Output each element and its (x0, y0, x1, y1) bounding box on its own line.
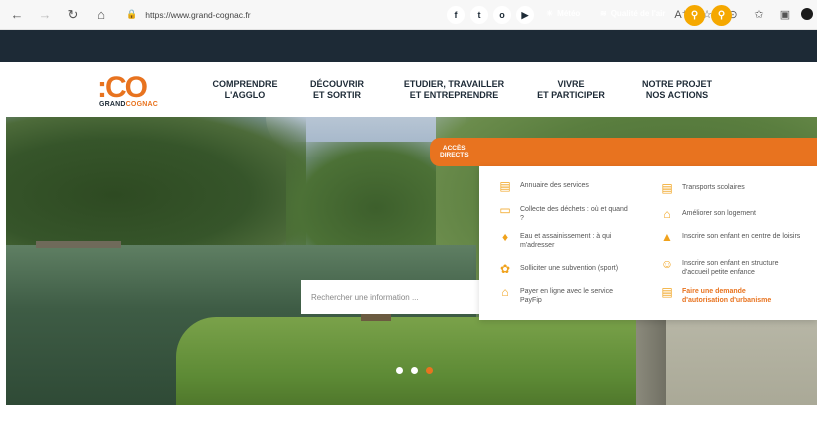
social-links: f t o ▶ (447, 6, 534, 24)
menu-etudier[interactable]: ETUDIER, TRAVAILLER ET ENTREPRENDRE (398, 79, 510, 101)
accessibility-button[interactable]: ⚲ (684, 5, 705, 26)
road (666, 307, 817, 405)
menu-decouvrir[interactable]: DÉCOUVRIR ET SORTIR (300, 79, 374, 101)
qa-label: Solliciter une subvention (sport) (520, 265, 619, 272)
logo-text-cognac: COGNAC (125, 101, 158, 108)
menu-line: DÉCOUVRIR (309, 79, 364, 89)
water-tap-icon: ♦ (501, 230, 509, 244)
qa-dechets[interactable]: ▭ Collecte des déchets : où et quand ? (498, 203, 630, 223)
sun-icon: ☀ (546, 9, 554, 18)
qa-label: Inscrire son enfant en centre de loisirs (682, 233, 801, 240)
qa-label: Inscrire son enfant en structure d'accue… (682, 260, 779, 276)
grass (176, 317, 656, 405)
logo-text-grand: GRAND (99, 101, 126, 108)
extensions-icon[interactable]: ▣ (775, 4, 795, 24)
air-quality-link[interactable]: ≋ Qualité de l'air (600, 9, 666, 18)
qa-label: Transports scolaires (682, 184, 745, 191)
menu-line: ETUDIER, TRAVAILLER (403, 79, 505, 89)
bench (361, 313, 391, 321)
menu-line: ET ENTREPRENDRE (409, 90, 499, 100)
utility-bar (0, 30, 817, 62)
url-text: https://www.grand-cognac.fr (145, 9, 251, 20)
baby-icon: ☺ (660, 257, 674, 271)
menu-line: NOS ACTIONS (645, 90, 709, 100)
qa-label: Annuaire des services (520, 182, 589, 189)
menu-comprendre[interactable]: COMPRENDRE L'AGGLO (205, 79, 285, 101)
qa-transports[interactable]: ▤ Transports scolaires (660, 181, 792, 195)
menu-line: VIVRE (557, 79, 585, 89)
qa-eau[interactable]: ♦ Eau et assainissement : à qui m'adress… (498, 230, 630, 250)
twitter-icon[interactable]: t (470, 6, 488, 24)
qa-petite-enfance[interactable]: ☺ Inscrire son enfant en structure d'acc… (660, 257, 802, 277)
quick-access-title: ACCÈS DIRECTS (440, 145, 469, 159)
address-bar[interactable]: 🔒 https://www.grand-cognac.fr (126, 6, 251, 24)
trees (6, 117, 306, 247)
site-logo[interactable]: :CO GRANDCOGNAC (97, 73, 169, 113)
quick-access-title-line: ACCÈS (442, 145, 466, 152)
qa-subvention[interactable]: ✿ Solliciter une subvention (sport) (498, 262, 630, 276)
qa-loisirs[interactable]: ▲ Inscrire son enfant en centre de loisi… (660, 230, 802, 244)
meteo-link[interactable]: ☀ Météo (546, 9, 580, 18)
logo-mark: :CO (97, 71, 148, 104)
menu-line: COMPRENDRE (212, 79, 278, 89)
carousel-dot[interactable] (411, 367, 418, 374)
menu-line: L'AGGLO (224, 90, 266, 100)
qa-logement[interactable]: ⌂ Améliorer son logement (660, 207, 792, 221)
bulb-icon: ⚲ (690, 10, 699, 21)
youtube-icon[interactable]: ▶ (516, 6, 534, 24)
qa-label: Améliorer son logement (682, 210, 756, 217)
meteo-label: Météo (557, 9, 581, 18)
carousel-dot-active[interactable] (426, 367, 433, 374)
qa-label: Eau et assainissement : à qui m'adresser (520, 233, 612, 249)
search-input[interactable]: Rechercher une information ... (301, 280, 481, 314)
quick-access-tab[interactable] (430, 138, 817, 166)
quick-access-title-line: DIRECTS (440, 152, 469, 159)
home-icon[interactable]: ⌂ (90, 4, 112, 26)
qa-urbanisme[interactable]: ▤ Faire une demande d'autorisation d'urb… (660, 285, 792, 305)
lock-icon: 🔒 (126, 9, 138, 19)
menu-line: ET SORTIR (312, 90, 361, 100)
forward-icon[interactable]: → (34, 4, 56, 26)
carousel-dots (396, 367, 433, 374)
wall (636, 307, 670, 405)
trash-icon: ▭ (499, 203, 511, 217)
favorites-bar-icon[interactable]: ✩ (749, 4, 769, 24)
house-icon: ⌂ (663, 207, 671, 221)
carousel-dot[interactable] (396, 367, 403, 374)
instagram-icon[interactable]: o (493, 6, 511, 24)
tent-icon: ▲ (661, 230, 673, 244)
permit-icon: ▤ (661, 285, 673, 299)
home-pay-icon: ⌂ (501, 285, 509, 299)
dock (36, 241, 121, 248)
profile-icon[interactable] (801, 8, 813, 20)
air-icon: ≋ (600, 9, 607, 18)
logo-text: GRANDCOGNAC (99, 101, 158, 108)
facebook-icon[interactable]: f (447, 6, 465, 24)
qa-label: Faire une demande d'autorisation d'urban… (682, 288, 772, 304)
menu-line: ET PARTICIPER (537, 90, 605, 100)
reload-icon[interactable]: ↻ (62, 4, 84, 26)
menu-vivre[interactable]: VIVRE ET PARTICIPER (530, 79, 612, 101)
subsidy-icon: ✿ (499, 262, 511, 276)
search-placeholder: Rechercher une information ... (311, 292, 419, 302)
qa-label: Collecte des déchets : où et quand ? (520, 206, 628, 222)
qa-annuaire[interactable]: ▤ Annuaire des services (498, 179, 630, 193)
search-button[interactable]: ⚲ (711, 5, 732, 26)
directory-icon: ▤ (499, 179, 511, 193)
back-icon[interactable]: ← (6, 4, 28, 26)
menu-line: NOTRE PROJET (641, 79, 712, 89)
bus-icon: ▤ (661, 181, 673, 195)
menu-notre-projet[interactable]: NOTRE PROJET NOS ACTIONS (632, 79, 722, 101)
air-quality-label: Qualité de l'air (610, 9, 666, 18)
search-icon: ⚲ (717, 10, 726, 21)
qa-label: Payer en ligne avec le service PayFip (520, 288, 613, 304)
qa-payfip[interactable]: ⌂ Payer en ligne avec le service PayFip (498, 285, 630, 305)
